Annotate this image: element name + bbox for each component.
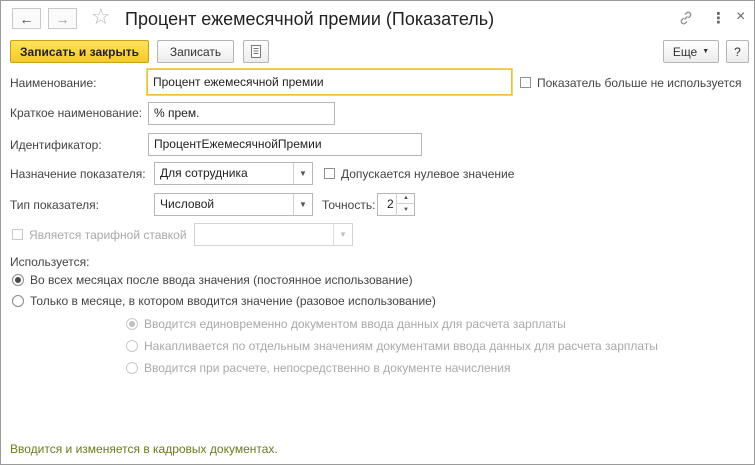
footer-note: Вводится и изменяется в кадровых докумен… (10, 442, 278, 456)
chevron-down-icon: ▼ (702, 48, 710, 55)
close-icon[interactable]: × (736, 8, 745, 26)
zero-allowed-label: Допускается нулевое значение (341, 167, 515, 181)
arrow-right-icon: → (55, 10, 70, 27)
vertical-dots-icon[interactable]: ⋮ (711, 9, 726, 27)
save-button[interactable]: Записать (157, 40, 234, 63)
save-and-close-button[interactable]: Записать и закрыть (10, 40, 149, 63)
not-used-label: Показатель больше не используется (537, 76, 742, 90)
forward-button[interactable]: → (48, 8, 77, 29)
more-label: Еще (672, 44, 698, 59)
help-button[interactable]: ? (726, 40, 749, 63)
chevron-down-icon[interactable]: ▼ (293, 194, 312, 215)
short-name-field[interactable]: % прем. (148, 102, 335, 125)
identifier-field[interactable]: ПроцентЕжемесячнойПремии (148, 133, 422, 156)
sub-option-3-label: Вводится при расчете, непосредственно в … (144, 361, 511, 375)
short-name-label: Краткое наименование: (10, 106, 143, 120)
window-title: Процент ежемесячной премии (Показатель) (125, 9, 495, 29)
sub-option-2-label: Накапливается по отдельным значениям док… (144, 339, 658, 353)
type-value: Числовой (160, 197, 215, 211)
usage-once-label: Только в месяце, в котором вводится знач… (30, 294, 436, 308)
name-field[interactable]: Процент ежемесячной премии (147, 69, 512, 95)
precision-spinner[interactable]: ▲ ▼ (396, 193, 415, 216)
star-icon[interactable]: ☆ (91, 5, 111, 29)
spin-up-icon[interactable]: ▲ (397, 193, 415, 204)
purpose-value: Для сотрудника (160, 166, 248, 180)
document-icon (251, 45, 261, 58)
tariff-select[interactable]: ▼ (194, 223, 353, 246)
link-icon[interactable] (678, 10, 694, 29)
zero-allowed-checkbox[interactable] (324, 168, 335, 179)
arrow-left-icon: ← (19, 10, 34, 27)
back-button[interactable]: ← (12, 8, 41, 29)
not-used-checkbox[interactable] (520, 77, 531, 88)
tariff-checkbox[interactable] (12, 229, 23, 240)
purpose-select[interactable]: Для сотрудника ▼ (154, 162, 313, 185)
name-label: Наименование: (10, 76, 97, 90)
purpose-label: Назначение показателя: (10, 167, 146, 181)
sub-option-1-radio[interactable] (126, 318, 138, 330)
usage-label: Используется: (10, 255, 90, 269)
precision-label: Точность: (322, 198, 376, 212)
chevron-down-icon[interactable]: ▼ (333, 224, 352, 245)
tariff-label: Является тарифной ставкой (29, 228, 187, 242)
document-button[interactable] (243, 40, 269, 63)
sub-option-1-label: Вводится единовременно документом ввода … (144, 317, 566, 331)
precision-value: 2 (387, 197, 394, 211)
spin-down-icon[interactable]: ▼ (397, 204, 415, 215)
type-label: Тип показателя: (10, 198, 99, 212)
usage-constant-radio[interactable] (12, 274, 24, 286)
usage-once-radio[interactable] (12, 295, 24, 307)
type-select[interactable]: Числовой ▼ (154, 193, 313, 216)
more-button[interactable]: Еще ▼ (663, 40, 719, 63)
chevron-down-icon[interactable]: ▼ (293, 163, 312, 184)
sub-option-2-radio[interactable] (126, 340, 138, 352)
usage-constant-label: Во всех месяцах после ввода значения (по… (30, 273, 413, 287)
sub-option-3-radio[interactable] (126, 362, 138, 374)
identifier-label: Идентификатор: (10, 138, 102, 152)
